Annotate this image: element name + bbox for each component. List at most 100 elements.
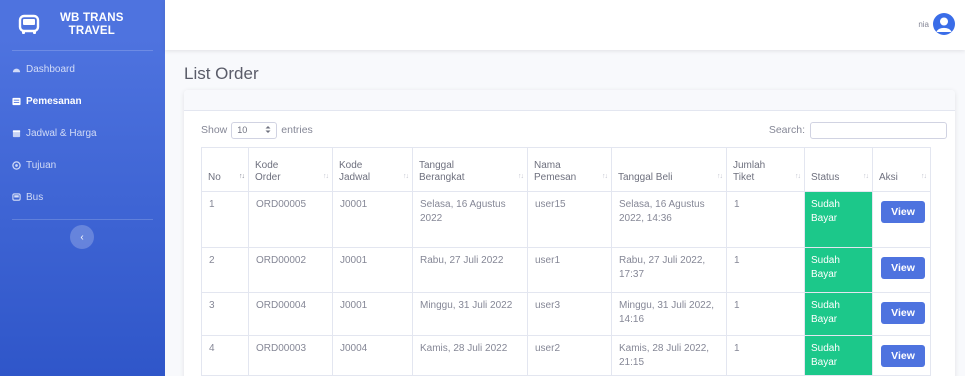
cell-kode-order: ORD00002 <box>248 247 333 293</box>
cell-jumlah-tiket: 1 <box>726 247 805 293</box>
cell-nama-pemesan: user2 <box>527 335 612 376</box>
sort-icon: ↑↓ <box>239 173 245 180</box>
entries-select[interactable]: 10 <box>231 121 278 139</box>
sidebar-item-label: Jadwal & Harga <box>26 127 97 139</box>
order-table: No ↑↓ Kode Order ↑↓ Kode Jadwal ↑↓ Tanggal … <box>201 147 931 376</box>
sidebar-item-tujuan[interactable]: Tujuan <box>0 149 165 181</box>
cell-nama-pemesan: user1 <box>527 247 612 293</box>
bus-icon <box>12 192 21 202</box>
target-icon <box>12 160 21 170</box>
column-header-nama-pemesan[interactable]: Nama Pemesan ↑↓ <box>527 147 612 192</box>
sidebar-item-bus[interactable]: Bus <box>0 181 165 213</box>
table-header-row: No ↑↓ Kode Order ↑↓ Kode Jadwal ↑↓ Tanggal … <box>201 147 931 192</box>
header-label: Nama Pemesan <box>534 160 577 183</box>
column-header-kode-order[interactable]: Kode Order ↑↓ <box>248 147 333 192</box>
header-label: Kode Jadwal <box>339 160 371 183</box>
brand-name: WB TRANS TRAVEL <box>60 12 124 38</box>
view-button[interactable]: View <box>881 201 925 223</box>
cell-tanggal-berangkat: Minggu, 31 Juli 2022 <box>412 292 528 336</box>
sort-icon: ↑↓ <box>921 173 927 180</box>
header-label: Aksi <box>879 172 898 183</box>
sort-icon: ↑↓ <box>717 173 723 180</box>
column-header-no[interactable]: No ↑↓ <box>201 147 249 192</box>
sidebar-divider <box>12 50 153 51</box>
cell-tanggal-beli: Kamis, 28 Juli 2022, 21:15 <box>611 335 727 376</box>
cell-jumlah-tiket: 1 <box>726 191 805 248</box>
user-avatar-icon[interactable] <box>933 13 955 35</box>
cell-kode-order: ORD00005 <box>248 191 333 248</box>
column-header-tanggal-berangkat[interactable]: Tanggal Berangkat ↑↓ <box>412 147 528 192</box>
order-card: Show 10 entries Search: No ↑↓ Kode Order ↑… <box>184 90 955 376</box>
sidebar-item-label: Pemesanan <box>26 95 82 107</box>
search-input[interactable] <box>810 121 947 139</box>
cell-tanggal-beli: Selasa, 16 Agustus 2022, 14:36 <box>611 191 727 248</box>
table-controls: Show 10 entries Search: <box>201 121 947 141</box>
status-badge: Sudah Bayar <box>804 191 873 248</box>
brand-line-2: TRAVEL <box>68 25 115 37</box>
cell-tanggal-berangkat: Kamis, 28 Juli 2022 <box>412 335 528 376</box>
sidebar: WB TRANS TRAVEL Dashboard Pemesanan Jadw… <box>0 0 165 376</box>
entries-label: entries <box>281 124 313 136</box>
calendar-icon <box>12 129 21 138</box>
header-label: Tanggal Berangkat <box>419 160 465 183</box>
sort-icon: ↑↓ <box>403 173 409 180</box>
view-button[interactable]: View <box>881 345 925 367</box>
user-name[interactable]: nia <box>918 20 929 29</box>
select-arrows-icon <box>265 125 271 136</box>
card-header <box>184 90 955 111</box>
sidebar-toggle-button[interactable]: ‹ <box>70 225 94 249</box>
column-header-aksi[interactable]: Aksi ↑↓ <box>872 147 931 192</box>
sidebar-item-jadwal-harga[interactable]: Jadwal & Harga <box>0 117 165 149</box>
sidebar-item-label: Dashboard <box>26 63 75 75</box>
cell-aksi: View <box>872 247 931 293</box>
table-row: 2 ORD00002 J0001 Rabu, 27 Juli 2022 user… <box>201 247 931 293</box>
header-label: Tanggal Beli <box>618 172 673 183</box>
table-row: 1 ORD00005 J0001 Selasa, 16 Agustus 2022… <box>201 191 931 248</box>
sidebar-item-pemesanan[interactable]: Pemesanan <box>0 85 165 117</box>
column-header-tanggal-beli[interactable]: Tanggal Beli ↑↓ <box>611 147 727 192</box>
dashboard-icon <box>12 65 21 74</box>
column-header-kode-jadwal[interactable]: Kode Jadwal ↑↓ <box>332 147 413 192</box>
sidebar-item-dashboard[interactable]: Dashboard <box>0 53 165 85</box>
cell-nama-pemesan: user3 <box>527 292 612 336</box>
show-label: Show <box>201 124 228 136</box>
header-label: Kode Order <box>255 160 281 183</box>
cell-kode-jadwal: J0001 <box>332 247 413 293</box>
view-button[interactable]: View <box>881 302 925 324</box>
bus-logo-icon <box>16 12 42 38</box>
cell-aksi: View <box>872 335 931 376</box>
sort-icon: ↑↓ <box>518 173 524 180</box>
sidebar-item-label: Bus <box>26 191 44 203</box>
cell-aksi: View <box>872 292 931 336</box>
header-label: Jumlah Tiket <box>733 160 766 183</box>
cell-no: 3 <box>201 292 249 336</box>
entries-value: 10 <box>237 125 248 135</box>
sidebar-item-label: Tujuan <box>26 159 57 171</box>
status-badge: Sudah Bayar <box>804 335 873 376</box>
sort-icon: ↑↓ <box>323 173 329 180</box>
cell-tanggal-berangkat: Rabu, 27 Juli 2022 <box>412 247 528 293</box>
page-title: List Order <box>184 64 259 83</box>
entries-control: Show 10 entries <box>201 121 313 139</box>
cell-kode-jadwal: J0001 <box>332 191 413 248</box>
brand[interactable]: WB TRANS TRAVEL <box>0 0 165 50</box>
column-header-status[interactable]: Status ↑↓ <box>804 147 873 192</box>
topbar: nia <box>165 0 965 50</box>
cell-kode-jadwal: J0001 <box>332 292 413 336</box>
cell-kode-jadwal: J0004 <box>332 335 413 376</box>
header-label: No <box>208 172 221 183</box>
cell-tanggal-beli: Minggu, 31 Juli 2022, 14:16 <box>611 292 727 336</box>
cell-jumlah-tiket: 1 <box>726 292 805 336</box>
view-button[interactable]: View <box>881 257 925 279</box>
column-header-jumlah-tiket[interactable]: Jumlah Tiket ↑↓ <box>726 147 805 192</box>
cell-tanggal-beli: Rabu, 27 Juli 2022, 17:37 <box>611 247 727 293</box>
cell-no: 1 <box>201 191 249 248</box>
pemesanan-icon <box>12 97 21 106</box>
cell-kode-order: ORD00004 <box>248 292 333 336</box>
cell-no: 2 <box>201 247 249 293</box>
chevron-left-icon: ‹ <box>80 231 84 243</box>
sort-icon: ↑↓ <box>795 173 801 180</box>
cell-kode-order: ORD00003 <box>248 335 333 376</box>
cell-aksi: View <box>872 191 931 248</box>
cell-jumlah-tiket: 1 <box>726 335 805 376</box>
